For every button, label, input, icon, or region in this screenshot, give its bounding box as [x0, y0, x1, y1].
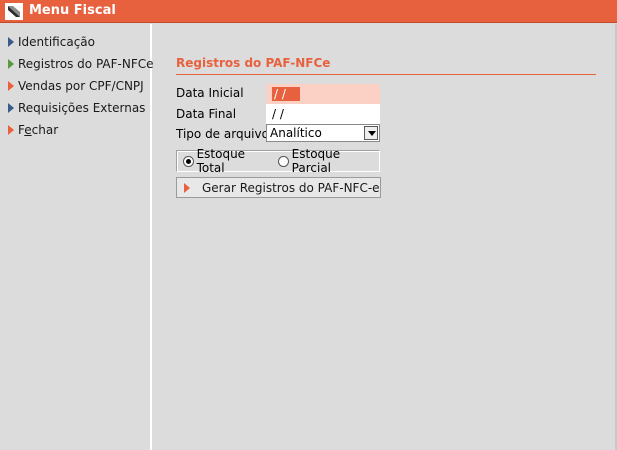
- sidebar-item-label: Fechar: [18, 123, 59, 137]
- data-inicial-label: Data Inicial: [176, 86, 244, 100]
- arrow-right-icon: [8, 59, 14, 69]
- chevron-down-icon[interactable]: [364, 126, 378, 140]
- section-title: Registros do PAF-NFCe: [176, 56, 331, 70]
- sidebar-item-label: Requisições Externas: [18, 101, 146, 115]
- radio-unchecked-icon: [278, 155, 289, 167]
- arrow-right-icon: [184, 182, 190, 193]
- estoque-total-label: Estoque Total: [196, 147, 246, 175]
- tipo-arquivo-label: Tipo de arquivo: [176, 127, 269, 141]
- sidebar-item-label: Vendas por CPF/CNPJ: [18, 79, 144, 93]
- sidebar-item-identificacao[interactable]: Identificação: [8, 33, 95, 51]
- arrow-right-icon: [8, 81, 14, 91]
- estoque-parcial-radio[interactable]: Estoque Parcial: [278, 147, 379, 175]
- data-inicial-value: / /: [272, 87, 300, 101]
- estoque-radio-group: Estoque Total Estoque Parcial: [176, 147, 380, 175]
- tipo-arquivo-select[interactable]: Analítico: [266, 124, 380, 142]
- gerar-registros-label: Gerar Registros do PAF-NFC-e: [202, 180, 380, 195]
- tipo-arquivo-value: Analítico: [270, 126, 322, 140]
- data-final-input[interactable]: / /: [266, 104, 380, 124]
- sidebar-item-vendas-cpf-cnpj[interactable]: Vendas por CPF/CNPJ: [8, 77, 144, 95]
- arrow-right-icon: [8, 125, 14, 135]
- sidebar-item-requisicoes-externas[interactable]: Requisições Externas: [8, 99, 145, 117]
- arrow-right-icon: [8, 37, 14, 47]
- title-bar: Menu Fiscal: [0, 0, 617, 23]
- radio-checked-icon: [183, 155, 194, 167]
- sidebar-item-label: Registros do PAF-NFCe: [18, 57, 154, 71]
- estoque-parcial-label: Estoque Parcial: [291, 147, 341, 175]
- arrow-right-icon: [8, 103, 14, 113]
- section-divider: [176, 74, 596, 75]
- estoque-total-radio[interactable]: Estoque Total: [183, 147, 273, 175]
- gerar-registros-button[interactable]: Gerar Registros do PAF-NFC-e: [176, 177, 381, 198]
- sidebar-menu: Identificação Registros do PAF-NFCe Vend…: [0, 24, 154, 450]
- data-inicial-input[interactable]: / /: [266, 84, 380, 104]
- data-final-label: Data Final: [176, 107, 237, 121]
- sidebar-item-label: Identificação: [18, 35, 95, 49]
- window-title: Menu Fiscal: [29, 3, 116, 18]
- app-logo-icon: [5, 3, 23, 20]
- sidebar-item-fechar[interactable]: Fechar: [8, 121, 58, 139]
- sidebar-item-registros-paf-nfce[interactable]: Registros do PAF-NFCe: [8, 55, 154, 73]
- data-final-value: / /: [272, 107, 284, 121]
- menu-fiscal-window: Menu Fiscal Identificação Registros do P…: [0, 0, 617, 450]
- main-panel: Registros do PAF-NFCe Data Inicial / / D…: [154, 24, 617, 450]
